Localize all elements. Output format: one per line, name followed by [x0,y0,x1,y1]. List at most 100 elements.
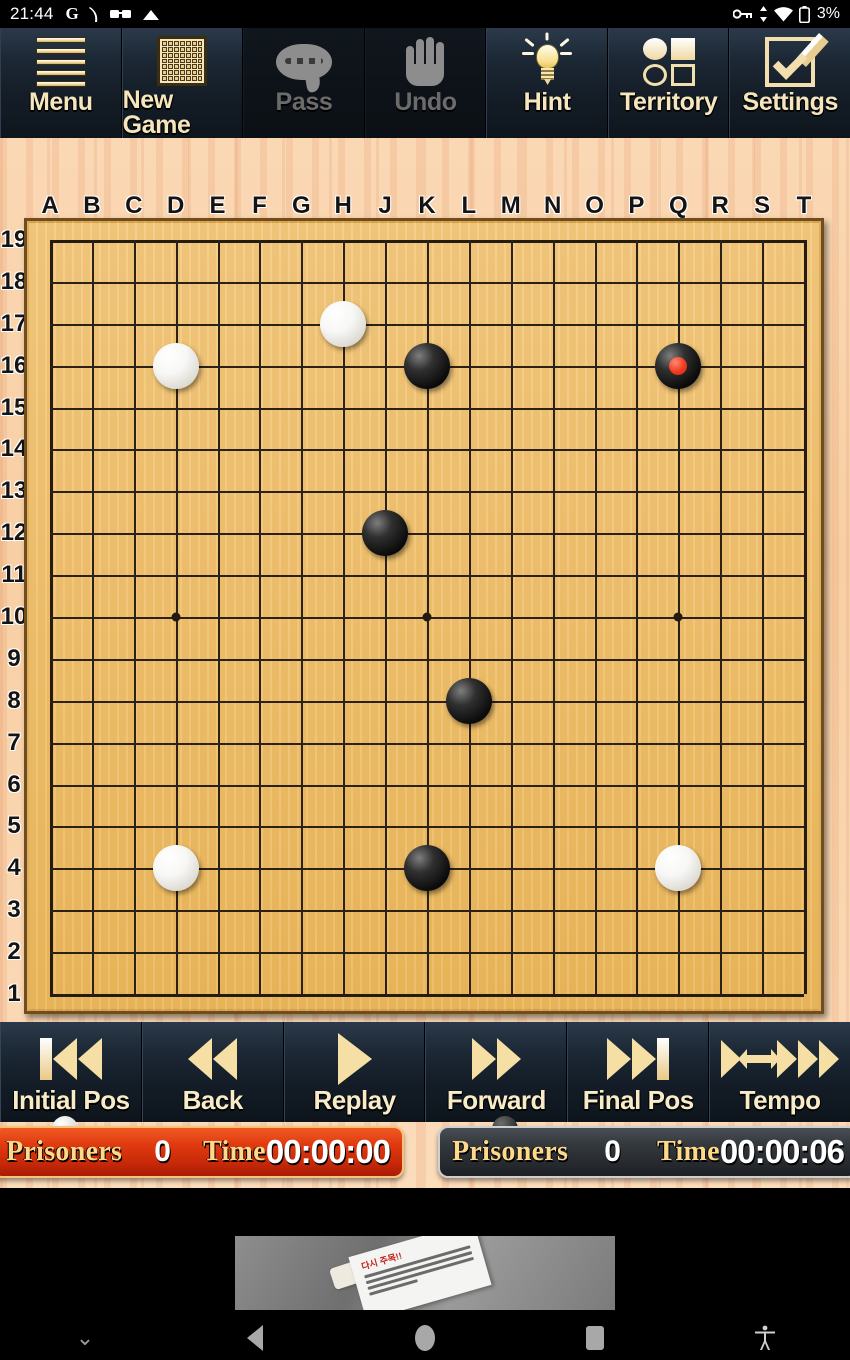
new-game-button[interactable]: New Game [121,28,244,138]
grid-line-horizontal [50,910,804,913]
grid-line-vertical [510,240,513,994]
initial-pos-label: Initial Pos [12,1084,130,1115]
home-icon[interactable] [340,1325,510,1351]
go-board[interactable] [24,218,824,1014]
column-label: L [461,192,477,219]
grid-line-horizontal [50,742,804,745]
back-button[interactable]: Back [141,1022,284,1122]
star-point [673,612,683,622]
column-label: M [500,192,521,219]
rewind-icon [188,1032,238,1086]
lightbulb-icon [521,32,573,90]
white-stone[interactable] [152,845,199,892]
black-stone[interactable] [404,342,450,389]
row-label: 1 [7,980,21,1007]
hamburger-menu-icon [35,34,86,90]
recents-icon[interactable] [510,1326,680,1350]
replay-button[interactable]: Replay [283,1022,426,1122]
pass-button[interactable]: Pass [243,28,365,138]
grid-line-vertical [468,240,471,994]
hint-button-label: Hint [523,88,571,116]
board-grid [50,240,807,997]
play-icon [337,1032,372,1086]
ad-paper-image: 다시 주목!! [348,1236,492,1310]
black-stone[interactable] [362,510,409,557]
cloud-icon [142,9,159,20]
back-label: Back [182,1084,244,1115]
menu-button[interactable]: Menu [0,28,122,138]
row-label: 5 [7,812,21,840]
column-coordinates: ABCDEFGHJKLMNOPQRST [0,192,850,219]
status-right-icons: 3% [732,5,840,23]
black-time-value: 00:00:06 [719,1133,845,1170]
row-label: 8 [7,686,21,714]
star-point [171,612,181,622]
column-label: F [252,192,267,219]
hint-button[interactable]: Hint [486,28,608,138]
grid-line-vertical [762,240,765,994]
grid-line-horizontal [50,658,804,661]
territory-button[interactable]: Territory [607,28,730,138]
menu-button-label: Menu [28,88,93,116]
initial-pos-button[interactable]: Initial Pos [0,1022,142,1122]
white-prisoners-label: Prisoners [6,1136,123,1167]
grid-line-vertical [594,240,597,994]
grid-line-horizontal [50,700,804,703]
territory-shapes-icon [642,34,695,90]
undo-button[interactable]: Undo [364,28,487,138]
last-move-marker [669,356,688,375]
column-label: D [166,192,185,219]
row-label: 11 [1,561,27,589]
top-toolbar: Menu New Game Pass Undo Hint Territory S… [0,28,850,138]
black-time-label: Time [656,1136,720,1167]
player-status-bars: Prisoners 0 Time 00:00:00 Prisoners 0 Ti… [0,1116,850,1182]
hide-keyboard-icon[interactable]: ⌄ [0,1325,170,1351]
status-clock: 21:44 [10,4,54,23]
tempo-speed-icon [721,1032,840,1086]
column-label: B [83,192,101,219]
white-stone[interactable] [152,342,199,389]
fast-forward-icon [471,1032,521,1086]
white-prisoners-value: 0 [154,1135,171,1168]
wifi-icon [773,6,793,21]
back-icon[interactable] [170,1325,340,1351]
column-label: S [754,192,771,219]
column-label: P [628,192,645,219]
column-label: K [418,192,436,219]
column-label: C [125,192,143,219]
white-stone[interactable] [655,845,702,892]
speech-bubble-icon [275,34,332,90]
column-label: T [796,192,812,219]
black-prisoners-value: 0 [604,1135,621,1168]
row-label: 7 [7,728,21,756]
tempo-label: Tempo [739,1084,821,1115]
data-transfer-icon [759,6,767,22]
final-pos-label: Final Pos [582,1084,695,1115]
accessibility-icon[interactable] [680,1325,850,1351]
final-pos-button[interactable]: Final Pos [567,1022,710,1122]
column-label: A [41,192,59,219]
replay-controls: Initial Pos Back Replay Forward Final Po [0,1022,850,1122]
white-time-label: Time [202,1136,266,1167]
tempo-button[interactable]: Tempo [709,1022,850,1122]
white-time-value: 00:00:00 [265,1133,391,1170]
go-board-grid-icon [157,34,208,88]
black-stone[interactable] [404,845,450,892]
grid-line-vertical [636,240,639,994]
white-player-status[interactable]: Prisoners 0 Time 00:00:00 [0,1126,404,1178]
status-left-icons: G [66,4,161,24]
undo-button-label: Undo [394,88,457,116]
column-label: G [291,192,311,219]
vpn-key-icon [732,9,752,19]
settings-button[interactable]: Settings [729,28,850,138]
black-stone[interactable] [445,677,492,724]
forward-button[interactable]: Forward [425,1022,568,1122]
row-label: 3 [7,896,21,924]
white-stone[interactable] [320,300,367,347]
go-game-app: 21:44 G 3% Menu New Game Pass Undo Hint … [0,0,850,1360]
column-label: J [378,192,392,219]
ad-banner[interactable]: 다시 주목!! [235,1236,615,1310]
skip-to-start-icon [39,1032,102,1086]
black-player-status[interactable]: Prisoners 0 Time 00:00:06 [438,1126,850,1178]
column-label: O [585,192,604,219]
